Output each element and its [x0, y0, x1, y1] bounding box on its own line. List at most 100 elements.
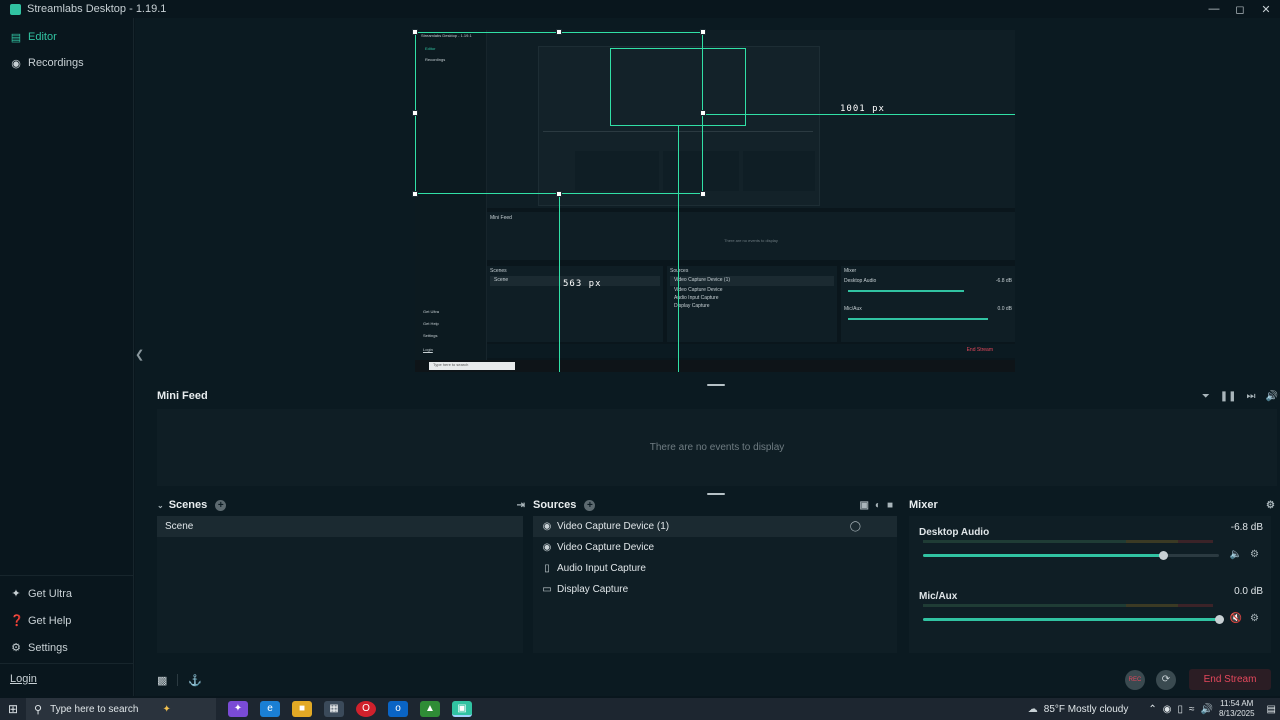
notifications-icon[interactable]: ▤ — [1267, 704, 1276, 715]
windows-start-icon[interactable]: ⊞ — [0, 702, 26, 716]
height-guide-line — [559, 196, 560, 372]
source-item[interactable]: ▭ Display Capture — [533, 579, 897, 600]
preview-nested-taskbar: Type here to search — [415, 360, 1015, 372]
minimize-icon[interactable]: — — [1208, 3, 1220, 15]
opera-icon[interactable]: O — [356, 701, 376, 717]
source-item[interactable]: ◉ Video Capture Device (1) ◯ — [533, 516, 897, 537]
replay-icon: ⟳ — [1161, 674, 1171, 685]
eye-off-icon[interactable]: ◯ — [850, 521, 861, 532]
volume-slider[interactable] — [923, 615, 1224, 624]
sources-toolbar: ▣◐■ — [859, 500, 899, 511]
gear-icon[interactable]: ⚙ — [1266, 500, 1275, 511]
divider — [177, 674, 179, 686]
webcam-icon[interactable]: ◉ — [1163, 704, 1172, 715]
scene-item[interactable]: Scene — [157, 516, 523, 537]
maximize-icon[interactable]: ◻ — [1234, 3, 1246, 16]
chevron-up-icon[interactable]: ⌃ — [1148, 704, 1156, 715]
store-icon[interactable]: ▦ — [324, 701, 344, 717]
volume-icon[interactable]: 🔊 — [1266, 391, 1278, 402]
stats-icon[interactable]: ▩ — [157, 674, 167, 687]
monitor-icon: ▭ — [542, 584, 552, 595]
height-measure-label: 563 px — [563, 279, 602, 289]
add-source-button[interactable]: + — [584, 499, 596, 511]
resize-handle[interactable] — [700, 191, 706, 197]
scenes-title: Scenes — [168, 499, 208, 511]
nvidia-icon[interactable]: ▲ — [420, 701, 440, 717]
chevron-down-icon[interactable]: ⌄ — [157, 501, 164, 510]
volume-slider-knob[interactable] — [1215, 615, 1224, 624]
resize-handle[interactable] — [556, 191, 562, 197]
gear-icon[interactable]: ⚙ — [1250, 613, 1259, 624]
taskbar-search-placeholder: Type here to search — [50, 703, 139, 715]
volume-icon[interactable]: 🔈 — [1230, 549, 1242, 560]
preview-nested-nav: Get Ultra — [423, 309, 440, 314]
volume-slider[interactable] — [923, 551, 1219, 560]
width-measure-label: 1001 px — [840, 104, 885, 114]
resize-handle[interactable] — [412, 29, 418, 35]
scenes-header: ⌄ Scenes + ⇥ — [157, 496, 525, 514]
microphone-icon[interactable]: ▯ — [1177, 704, 1183, 715]
resize-handle[interactable] — [700, 110, 706, 116]
source-item[interactable]: ◉ Video Capture Device — [533, 537, 897, 558]
preview-nested-end-stream: End Stream — [966, 347, 993, 353]
sidebar-item-recordings[interactable]: ◉ Recordings — [0, 50, 133, 76]
file-explorer-icon[interactable]: ■ — [292, 701, 312, 717]
window-title: Streamlabs Desktop - 1.19.1 — [27, 3, 167, 15]
bell-icon[interactable]: ⚓ — [188, 674, 202, 687]
mixer-item-desktop-audio: Desktop Audio -6.8 dB 🔈 ⚙ — [909, 516, 1271, 580]
mixer-title: Mixer — [909, 499, 938, 511]
highlight-icon: ✦ — [162, 703, 171, 715]
sidebar-item-settings[interactable]: ⚙ Settings — [0, 634, 134, 661]
wifi-icon[interactable]: ≈ — [1189, 704, 1195, 715]
preview-nested-scenes-title: Scenes — [490, 268, 507, 274]
folder-icon[interactable]: ■ — [887, 500, 899, 511]
outlook-icon[interactable]: o — [388, 701, 408, 717]
close-icon[interactable]: ✕ — [1260, 3, 1272, 16]
skip-icon[interactable]: ⏭ — [1247, 391, 1256, 402]
mixer-item-db: -6.8 dB — [1230, 522, 1263, 533]
mixer-item-mic-aux: Mic/Aux 0.0 dB 🔇 ⚙ — [909, 580, 1271, 644]
preview-canvas[interactable]: Streamlabs Desktop - 1.19.1 Editor Recor… — [412, 29, 1015, 372]
login-link[interactable]: Login — [0, 668, 134, 690]
streamlabs-taskbar-icon[interactable]: ▣ — [452, 701, 472, 717]
taskbar-apps: ✦ e ■ ▦ O o ▲ ▣ — [228, 701, 472, 717]
preview-nested-bottom-bar: End Stream — [487, 344, 1015, 358]
taskbar-search[interactable]: ⚲ Type here to search ✦ — [26, 698, 216, 720]
scene-transitions-icon[interactable]: ⇥ — [517, 500, 525, 511]
volume-icon[interactable]: 🔊 — [1201, 704, 1213, 715]
add-scene-button[interactable]: + — [215, 499, 227, 511]
preview-nested-mixer-title: Mixer — [844, 268, 857, 274]
preview-nested-mixer-item: Mic/Aux 0.0 dB — [844, 306, 1012, 312]
mixer-item-name: Mic/Aux — [919, 591, 958, 602]
sidebar-item-get-help[interactable]: ❓ Get Help — [0, 607, 134, 634]
scene-collection-icon[interactable]: ▣ — [859, 500, 874, 511]
gear-icon[interactable]: ⚙ — [1250, 549, 1259, 560]
replay-buffer-button[interactable]: ⟳ — [1156, 670, 1176, 690]
volume-meter — [923, 540, 1213, 543]
chevron-left-icon[interactable]: ❮ — [135, 348, 145, 361]
weather-text[interactable]: 85°F Mostly cloudy — [1044, 704, 1129, 715]
sources-panel: ◉ Video Capture Device (1) ◯ ◉ Video Cap… — [533, 516, 897, 653]
mixer-item-controls: 🔇 ⚙ — [1230, 613, 1259, 624]
volume-slider-knob[interactable] — [1158, 551, 1168, 560]
edge-icon[interactable]: e — [260, 701, 280, 717]
source-item[interactable]: ▯ Audio Input Capture — [533, 558, 897, 579]
pause-icon[interactable]: ❚❚ — [1220, 391, 1237, 402]
mute-icon[interactable]: 🔇 — [1230, 613, 1242, 624]
end-stream-button[interactable]: End Stream — [1189, 669, 1271, 690]
record-button[interactable]: REC — [1125, 670, 1145, 690]
drag-handle[interactable] — [707, 493, 725, 495]
filter-icon[interactable]: ⏷ — [1202, 391, 1210, 402]
copilot-icon[interactable]: ✦ — [228, 701, 248, 717]
resize-handle[interactable] — [700, 29, 706, 35]
system-clock[interactable]: 11:54 AM 8/13/2025 — [1219, 699, 1255, 719]
resize-handle[interactable] — [412, 110, 418, 116]
sidebar-item-editor[interactable]: ▤ Editor — [0, 24, 133, 50]
sidebar-item-get-ultra[interactable]: ✦ Get Ultra — [0, 580, 134, 607]
sidebar-item-label: Settings — [28, 641, 68, 654]
resize-handle[interactable] — [556, 29, 562, 35]
resize-handle[interactable] — [412, 191, 418, 197]
visibility-icon[interactable]: ◐ — [875, 500, 887, 511]
webcam-icon: ◉ — [542, 521, 552, 532]
footer-bar: ▩ ⚓ REC ⟳ End Stream — [135, 668, 1280, 692]
